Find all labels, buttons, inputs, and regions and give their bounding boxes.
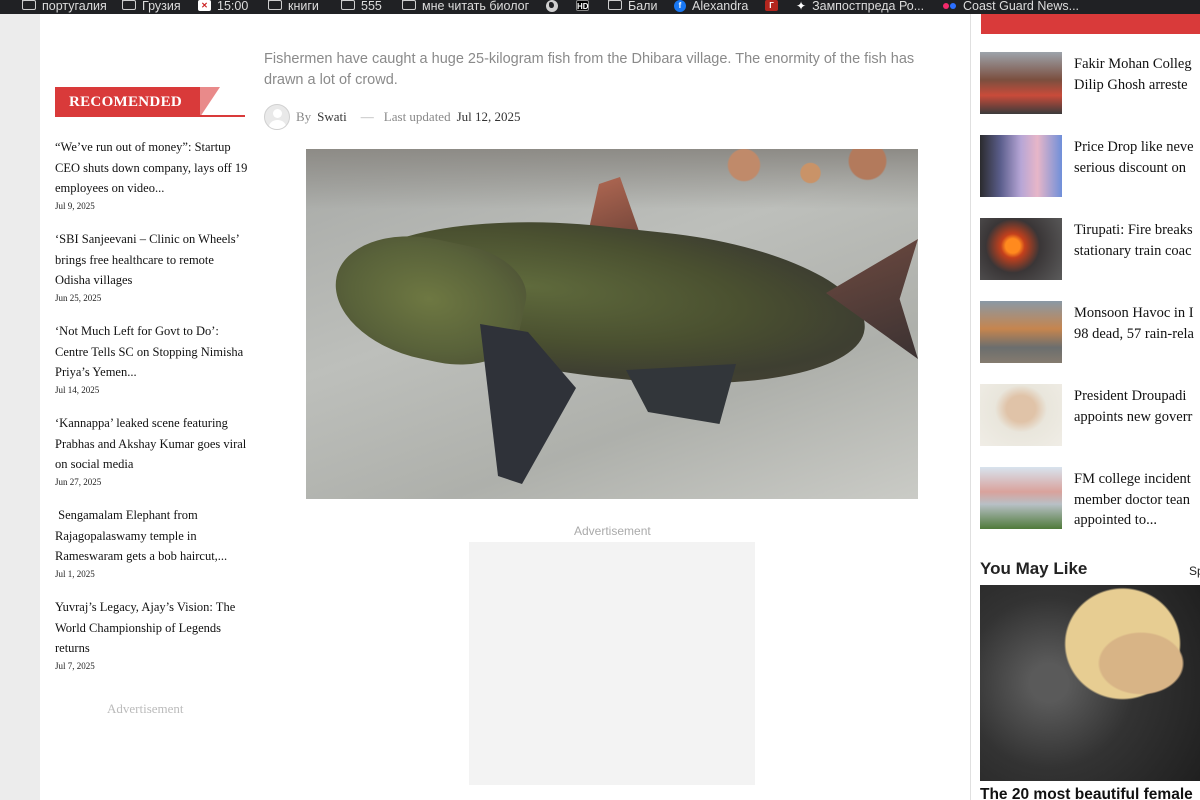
news-thumbnail[interactable] — [980, 52, 1062, 114]
site-favicon: Г — [765, 0, 778, 11]
folder-icon — [22, 0, 36, 10]
item-date: Jun 27, 2025 — [55, 476, 102, 487]
list-item: ‘Kannappa’ leaked scene featuring Prabha… — [55, 413, 250, 505]
bookmark-555[interactable]: 555 — [341, 0, 382, 14]
article-hero-image — [306, 149, 918, 499]
news-item[interactable]: Price Drop like neve serious discount on — [980, 135, 1194, 197]
bookmark-biology[interactable]: мне читать биолог — [402, 0, 529, 14]
recommended-link[interactable]: ‘SBI Sanjeevani – Clinic on Wheels’ brin… — [55, 229, 250, 291]
section-heading-strip — [981, 14, 1200, 34]
byline-separator: — — [360, 109, 374, 124]
sponsored-photo[interactable] — [980, 585, 1200, 781]
updated-label: Last updated — [383, 109, 451, 124]
news-item[interactable]: Monsoon Havoc in I 98 dead, 57 rain-rela — [980, 301, 1194, 363]
recommended-link[interactable]: Sengamalam Elephant from Rajagopalaswamy… — [55, 505, 250, 567]
article-ad-label: Advertisement — [574, 524, 651, 538]
bookmark-books[interactable]: книги — [268, 0, 319, 14]
bookmark-globe[interactable] — [546, 0, 558, 14]
news-item[interactable]: Tirupati: Fire breaks stationary train c… — [980, 218, 1193, 280]
recommended-link[interactable]: ‘Not Much Left for Govt to Do’: Centre T… — [55, 321, 250, 383]
recommended-link[interactable]: ‘Kannappa’ leaked scene featuring Prabha… — [55, 413, 250, 475]
hd-favicon: HD — [576, 0, 589, 11]
news-thumbnail[interactable] — [980, 301, 1062, 363]
bookmark-alexandra[interactable]: f Alexandra — [674, 0, 748, 14]
news-thumbnail[interactable] — [980, 384, 1062, 446]
byline-prefix: By — [296, 109, 312, 124]
news-item[interactable]: FM college incident member doctor tean a… — [980, 467, 1191, 529]
sparkle-icon: ✦ — [796, 0, 807, 13]
news-thumbnail[interactable] — [980, 218, 1062, 280]
news-thumbnail[interactable] — [980, 135, 1062, 197]
bookmark-1500[interactable]: ✕ 15:00 — [198, 0, 248, 14]
folder-icon — [122, 0, 136, 10]
folder-icon — [402, 0, 416, 10]
folder-icon — [268, 0, 282, 10]
list-item: ‘Not Much Left for Govt to Do’: Centre T… — [55, 321, 250, 413]
folder-icon — [608, 0, 622, 10]
recommended-link[interactable]: Yuvraj’s Legacy, Ajay’s Vision: The Worl… — [55, 597, 250, 659]
bookmark-hd[interactable]: HD — [576, 0, 589, 14]
recommended-heading: RECOMENDED — [55, 87, 245, 117]
recommended-link[interactable]: “We’ve run out of money”: Startup CEO sh… — [55, 137, 250, 199]
article-standfirst: Fishermen have caught a huge 25-kilogram… — [264, 51, 915, 88]
bookmark-bali[interactable]: Бали — [608, 0, 657, 14]
you-may-like-heading: You May Like — [980, 559, 1088, 578]
news-title[interactable]: President Droupadi appoints new goverr — [1074, 386, 1192, 446]
news-title[interactable]: FM college incident member doctor tean a… — [1074, 469, 1191, 529]
news-title[interactable]: Price Drop like neve serious discount on — [1074, 137, 1194, 197]
item-date: Jul 1, 2025 — [55, 568, 95, 579]
news-title[interactable]: Tirupati: Fire breaks stationary train c… — [1074, 220, 1193, 280]
bookmark-coast-guard[interactable]: Coast Guard News... — [943, 0, 1079, 14]
globe-icon — [546, 0, 558, 12]
sponsored-label: Sp — [1189, 564, 1200, 578]
list-item: Sengamalam Elephant from Rajagopalaswamy… — [55, 505, 250, 597]
bookmark-g[interactable]: Г — [765, 0, 778, 14]
author-avatar[interactable] — [264, 104, 290, 130]
right-sidebar: Fakir Mohan Colleg Dilip Ghosh arreste P… — [970, 14, 1200, 800]
list-item: Yuvraj’s Legacy, Ajay’s Vision: The Worl… — [55, 597, 250, 689]
item-date: Jul 7, 2025 — [55, 660, 95, 671]
article-page: RECOMENDED “We’ve run out of money”: Sta… — [40, 14, 970, 800]
recommended-list: “We’ve run out of money”: Startup CEO sh… — [55, 137, 250, 689]
item-date: Jul 9, 2025 — [55, 200, 95, 211]
facebook-icon: f — [674, 0, 686, 12]
bookmark-georgia[interactable]: Грузия — [122, 0, 181, 14]
item-date: Jul 14, 2025 — [55, 384, 100, 395]
news-title[interactable]: Monsoon Havoc in I 98 dead, 57 rain-rela — [1074, 303, 1194, 363]
bookmarks-bar: португалия Грузия ✕ 15:00 книги 555 мне … — [0, 0, 1200, 14]
sidebar-ad-label: Advertisement — [107, 701, 184, 716]
news-item[interactable]: President Droupadi appoints new goverr — [980, 384, 1192, 446]
news-title[interactable]: Fakir Mohan Colleg Dilip Ghosh arreste — [1074, 54, 1192, 114]
updated-date: Jul 12, 2025 — [456, 109, 521, 124]
sponsored-headline[interactable]: The 20 most beautiful female — [980, 786, 1193, 800]
site-favicon: ✕ — [198, 0, 211, 11]
ad-slot[interactable] — [469, 542, 755, 785]
bookmark-zampostpreda[interactable]: ✦ Зампостпреда Ро... — [796, 0, 924, 14]
news-thumbnail[interactable] — [980, 467, 1062, 529]
flickr-icon — [943, 0, 957, 12]
item-date: Jun 25, 2025 — [55, 292, 102, 303]
news-item[interactable]: Fakir Mohan Colleg Dilip Ghosh arreste — [980, 52, 1192, 114]
list-item: “We’ve run out of money”: Startup CEO sh… — [55, 137, 250, 229]
folder-icon — [341, 0, 355, 10]
author-link[interactable]: Swati — [317, 109, 347, 125]
bookmark-portugal[interactable]: португалия — [22, 0, 107, 14]
byline: By Swati — Last updated Jul 12, 2025 — [264, 104, 521, 130]
list-item: ‘SBI Sanjeevani – Clinic on Wheels’ brin… — [55, 229, 250, 321]
